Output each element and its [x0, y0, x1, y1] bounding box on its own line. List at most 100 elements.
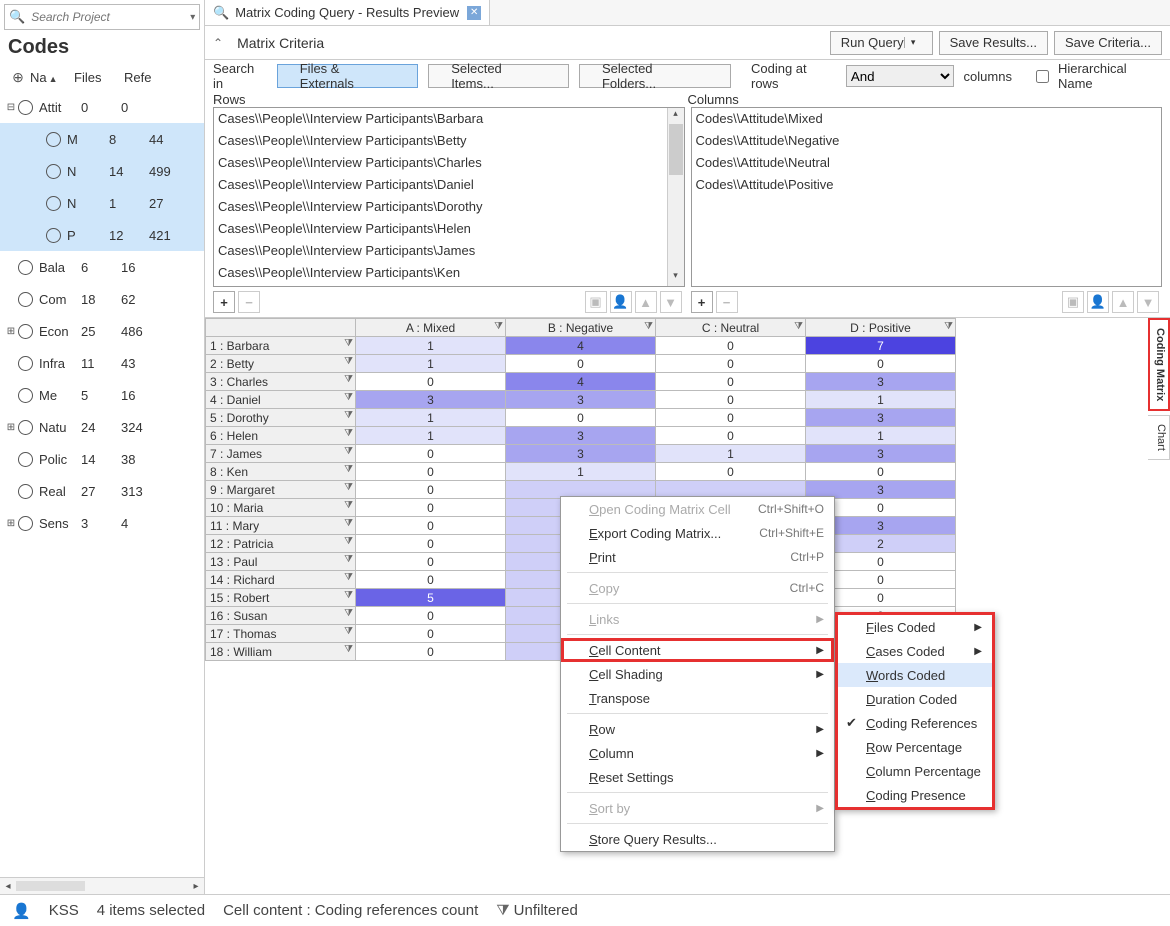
matrix-cell[interactable]: 1	[356, 427, 506, 445]
person-col-button[interactable]: 👤	[1087, 291, 1109, 313]
tab-matrix-query[interactable]: 🔍 Matrix Coding Query - Results Preview …	[205, 0, 490, 25]
list-item[interactable]: Codes\\Attitude\Neutral	[692, 152, 1162, 174]
matrix-row-header[interactable]: 4 : Daniel⧩	[206, 391, 356, 409]
matrix-cell[interactable]: 0	[356, 607, 506, 625]
select-col-button[interactable]: ▣	[1062, 291, 1084, 313]
move-col-up-button[interactable]: ▲	[1112, 291, 1134, 313]
menu-item[interactable]: Cell Content▶	[561, 638, 834, 662]
selected-folders-button[interactable]: Selected Folders...	[579, 64, 731, 88]
save-results-button[interactable]: Save Results...	[939, 31, 1048, 55]
tree-child-node[interactable]: N127	[0, 187, 204, 219]
run-query-button[interactable]: Run Query▾	[830, 31, 933, 55]
menu-item[interactable]: Coding Presence	[838, 783, 992, 807]
scroll-right-icon[interactable]: ▸	[188, 881, 204, 892]
list-item[interactable]: Codes\\Attitude\Positive	[692, 174, 1162, 196]
col-files-header[interactable]: Files	[74, 70, 124, 85]
list-item[interactable]: Cases\\People\\Interview Participants\Da…	[214, 174, 667, 196]
matrix-col-header[interactable]: D : Positive⧩	[806, 319, 956, 337]
menu-item[interactable]: Reset Settings	[561, 765, 834, 789]
menu-item[interactable]: Column Percentage	[838, 759, 992, 783]
list-item[interactable]: Cases\\People\\Interview Participants\Ba…	[214, 108, 667, 130]
matrix-row-header[interactable]: 12 : Patricia⧩	[206, 535, 356, 553]
matrix-cell[interactable]: 0	[356, 373, 506, 391]
matrix-cell[interactable]: 0	[356, 553, 506, 571]
matrix-cell[interactable]: 3	[356, 391, 506, 409]
search-project-box[interactable]: 🔍 ▾	[4, 4, 200, 30]
menu-item[interactable]: Files Coded▶	[838, 615, 992, 639]
menu-item[interactable]: Cases Coded▶	[838, 639, 992, 663]
matrix-row-header[interactable]: 15 : Robert⧩	[206, 589, 356, 607]
matrix-cell[interactable]: 1	[806, 391, 956, 409]
menu-item[interactable]: Row▶	[561, 717, 834, 741]
matrix-col-header[interactable]: C : Neutral⧩	[656, 319, 806, 337]
matrix-cell[interactable]: 0	[656, 409, 806, 427]
matrix-cell[interactable]: 0	[356, 499, 506, 517]
tree-node[interactable]: ⊟Attit00	[0, 91, 204, 123]
menu-item[interactable]: Store Query Results...	[561, 827, 834, 851]
matrix-cell[interactable]: 0	[656, 463, 806, 481]
move-row-down-button[interactable]: ▼	[660, 291, 682, 313]
matrix-row-header[interactable]: 14 : Richard⧩	[206, 571, 356, 589]
matrix-row-header[interactable]: 8 : Ken⧩	[206, 463, 356, 481]
matrix-cell[interactable]: 1	[806, 427, 956, 445]
matrix-cell[interactable]: 1	[656, 445, 806, 463]
matrix-context-menu[interactable]: Open Coding Matrix CellCtrl+Shift+OExpor…	[560, 496, 835, 852]
matrix-cell[interactable]: 3	[506, 427, 656, 445]
matrix-cell[interactable]: 3	[506, 391, 656, 409]
matrix-row-header[interactable]: 13 : Paul⧩	[206, 553, 356, 571]
matrix-cell[interactable]: 0	[356, 463, 506, 481]
person-row-button[interactable]: 👤	[610, 291, 632, 313]
matrix-row-header[interactable]: 2 : Betty⧩	[206, 355, 356, 373]
matrix-row-header[interactable]: 18 : William⧩	[206, 643, 356, 661]
matrix-row-header[interactable]: 10 : Maria⧩	[206, 499, 356, 517]
matrix-col-header[interactable]: B : Negative⧩	[506, 319, 656, 337]
select-row-button[interactable]: ▣	[585, 291, 607, 313]
matrix-cell[interactable]: 0	[356, 535, 506, 553]
matrix-cell[interactable]: 0	[356, 643, 506, 661]
tree-node[interactable]: ⊞Econ25486	[0, 315, 204, 347]
list-item[interactable]: Cases\\People\\Interview Participants\Be…	[214, 130, 667, 152]
tree-node[interactable]: ⊞Natu24324	[0, 411, 204, 443]
matrix-cell[interactable]: 0	[656, 373, 806, 391]
tree-node[interactable]: Com1862	[0, 283, 204, 315]
tree-child-node[interactable]: N14499	[0, 155, 204, 187]
columns-list[interactable]: Codes\\Attitude\MixedCodes\\Attitude\Neg…	[691, 107, 1163, 287]
hierarchical-name-checkbox[interactable]: Hierarchical Name	[1032, 61, 1162, 91]
list-item[interactable]: Cases\\People\\Interview Participants\Ch…	[214, 152, 667, 174]
menu-item[interactable]: Words Coded	[838, 663, 992, 687]
matrix-cell[interactable]: 0	[356, 445, 506, 463]
matrix-row-header[interactable]: 5 : Dorothy⧩	[206, 409, 356, 427]
matrix-cell[interactable]: 4	[506, 373, 656, 391]
matrix-cell[interactable]: 0	[656, 391, 806, 409]
matrix-cell[interactable]: 3	[806, 373, 956, 391]
add-code-icon[interactable]: ⊕	[6, 69, 30, 86]
matrix-row-header[interactable]: 9 : Margaret⧩	[206, 481, 356, 499]
chevron-down-icon[interactable]: ▾	[190, 12, 195, 23]
matrix-cell[interactable]: 3	[806, 409, 956, 427]
matrix-row-header[interactable]: 11 : Mary⧩	[206, 517, 356, 535]
tree-node[interactable]: ⊞Sens34	[0, 507, 204, 539]
col-refs-header[interactable]: Refe	[124, 70, 198, 85]
selected-items-button[interactable]: Selected Items...	[428, 64, 569, 88]
rows-scrollbar[interactable]: ▴▾	[667, 108, 684, 286]
matrix-col-header[interactable]: A : Mixed⧩	[356, 319, 506, 337]
matrix-cell[interactable]: 0	[506, 355, 656, 373]
list-item[interactable]: Cases\\People\\Interview Participants\Ke…	[214, 262, 667, 284]
search-project-input[interactable]	[29, 9, 190, 25]
tree-node[interactable]: Infra1143	[0, 347, 204, 379]
matrix-cell[interactable]: 0	[356, 571, 506, 589]
move-col-down-button[interactable]: ▼	[1137, 291, 1159, 313]
matrix-row-header[interactable]: 16 : Susan⧩	[206, 607, 356, 625]
menu-item[interactable]: Row Percentage	[838, 735, 992, 759]
list-item[interactable]: Cases\\People\\Interview Participants\He…	[214, 218, 667, 240]
move-row-up-button[interactable]: ▲	[635, 291, 657, 313]
matrix-cell[interactable]: 4	[506, 337, 656, 355]
matrix-cell[interactable]: 0	[656, 337, 806, 355]
matrix-cell[interactable]: 1	[356, 337, 506, 355]
matrix-cell[interactable]: 0	[656, 355, 806, 373]
matrix-cell[interactable]: 1	[506, 463, 656, 481]
tree-node[interactable]: Me516	[0, 379, 204, 411]
run-query-dropdown-icon[interactable]: ▾	[904, 37, 922, 48]
matrix-row-header[interactable]: 7 : James⧩	[206, 445, 356, 463]
matrix-cell[interactable]: 0	[356, 481, 506, 499]
